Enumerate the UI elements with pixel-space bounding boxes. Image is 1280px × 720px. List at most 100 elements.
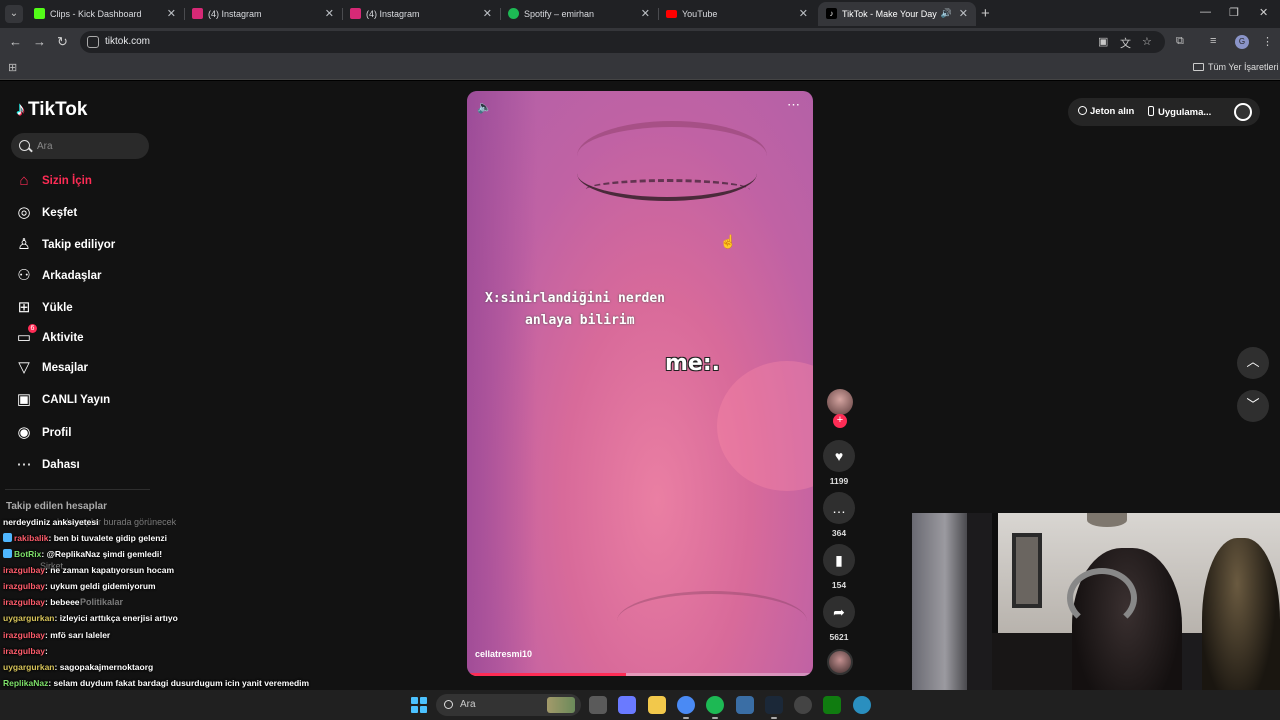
spotify-icon[interactable] [706, 696, 725, 714]
task-view-icon[interactable] [589, 696, 607, 714]
running-indicator [712, 717, 719, 719]
file-explorer-icon[interactable] [647, 696, 666, 714]
chat-message: nerdeydiniz anksiyetesi [3, 517, 98, 527]
instagram-favicon-icon [192, 8, 203, 19]
like-button[interactable]: ♥ [823, 440, 855, 472]
url-text: tiktok.com [105, 36, 151, 47]
search-highlight-image [547, 697, 575, 713]
window-close-icon[interactable]: ✕ [1259, 6, 1268, 19]
tab-instagram-2[interactable]: (4) Instagram ✕ [342, 2, 501, 26]
chrome-icon[interactable] [676, 696, 695, 714]
search-icon [444, 700, 453, 709]
sidebar-item-friends[interactable]: ⚇ Arkadaşlar [15, 265, 155, 289]
new-tab-button[interactable]: + [981, 5, 990, 22]
more-options-icon[interactable]: ⋯ [787, 97, 801, 113]
sound-disc-avatar[interactable] [827, 649, 853, 675]
chat-username[interactable]: BotRix [14, 549, 41, 559]
steam-icon[interactable] [764, 696, 783, 714]
running-indicator [770, 717, 777, 719]
close-icon[interactable]: ✕ [959, 7, 968, 20]
sidebar-item-messages[interactable]: ▽ Mesajlar [15, 357, 155, 381]
tab-kick[interactable]: Clips - Kick Dashboard ✕ [26, 2, 185, 26]
windows-start-icon[interactable] [411, 697, 427, 713]
restore-icon[interactable]: ❐ [1229, 6, 1239, 19]
sidebar-item-label: Mesajlar [42, 362, 89, 374]
forward-arrow-icon[interactable]: → [33, 34, 46, 49]
tab-label: Spotify – emirhan [524, 9, 595, 19]
webcam-wall-picture [1012, 533, 1042, 608]
chat-username[interactable]: irazgulbay [3, 597, 45, 607]
sidebar-item-following[interactable]: ♙ Takip ediliyor [15, 234, 155, 258]
chat-username[interactable]: rakibalik [14, 533, 49, 543]
sidebar-item-home[interactable]: ⌂ Sizin İçin [15, 170, 155, 194]
sidebar-item-profile[interactable]: ◉ Profil [15, 422, 155, 446]
user-avatar[interactable] [1234, 103, 1252, 121]
search-input[interactable]: Ara [11, 133, 149, 159]
store-icon[interactable] [735, 696, 754, 714]
creator-avatar[interactable] [827, 389, 853, 415]
sidebar-item-upload[interactable]: ⊞ Yükle [15, 297, 155, 321]
bookmark-star-icon[interactable]: ☆ [1142, 35, 1152, 48]
site-info-icon[interactable] [87, 36, 99, 48]
globe-icon[interactable] [852, 696, 871, 714]
reload-icon[interactable]: ↻ [57, 34, 68, 50]
profile-avatar[interactable]: G [1235, 35, 1249, 49]
audio-playing-icon[interactable]: 🔊 [941, 8, 952, 19]
tab-tiktok[interactable]: ♪ TikTok - Make Your Day 🔊 ✕ [818, 2, 976, 26]
video-author[interactable]: cellatresmi10 [475, 649, 532, 659]
share-button[interactable]: ➦ [823, 596, 855, 628]
close-icon[interactable]: ✕ [167, 7, 176, 20]
xbox-icon[interactable] [823, 696, 842, 714]
menu-kebab-icon[interactable]: ⋮ [1262, 35, 1273, 48]
comment-button[interactable]: … [823, 492, 855, 524]
chat-username[interactable]: ReplikaNaz [3, 678, 48, 688]
all-bookmarks-button[interactable]: Tüm Yer İşaretleri [1193, 62, 1279, 72]
tab-instagram-1[interactable]: (4) Instagram ✕ [184, 2, 343, 26]
apps-grid-icon[interactable]: ⊞ [8, 61, 17, 74]
chat-username[interactable]: irazgulbay [3, 646, 45, 656]
live-icon: ▣ [16, 391, 32, 408]
media-controls-icon[interactable]: ≡ [1210, 35, 1216, 47]
previous-video-button[interactable]: ︿ [1237, 347, 1269, 379]
sidebar-item-more[interactable]: ⋯ Dahası [15, 454, 155, 478]
tab-search-button[interactable]: ⌄ [5, 5, 23, 23]
chat-username[interactable]: uygargurkan [3, 662, 55, 672]
taskbar-search-input[interactable]: Ara [436, 694, 581, 716]
chat-username[interactable]: irazgulbay [3, 581, 45, 591]
volume-icon[interactable]: 🔈 [477, 100, 492, 114]
chat-username[interactable]: uygargurkan [3, 613, 55, 623]
close-icon[interactable]: ✕ [641, 7, 650, 20]
minimize-icon[interactable]: — [1200, 6, 1211, 18]
follow-button[interactable]: + [833, 414, 847, 428]
chat-message: irazgulbay: mfö sarı laleler [3, 630, 110, 640]
footer-policies-link[interactable]: Politikalar [80, 597, 123, 607]
tab-youtube[interactable]: YouTube ✕ [658, 2, 816, 26]
get-app-button[interactable]: Uygulama... [1148, 106, 1211, 118]
sidebar-item-activity[interactable]: ▭ 6 Aktivite [15, 324, 155, 351]
chat-badge-icon [3, 549, 12, 558]
copilot-icon[interactable] [618, 696, 637, 714]
close-icon[interactable]: ✕ [325, 7, 334, 20]
search-icon [19, 140, 30, 151]
sidebar-item-live[interactable]: ▣ CANLI Yayın [15, 389, 155, 413]
chat-username[interactable]: irazgulbay [3, 630, 45, 640]
next-video-button[interactable]: ﹀ [1237, 390, 1269, 422]
video-player[interactable]: 🔈 ⋯ X:sinirlandiğini nerden anlaya bilir… [467, 91, 813, 676]
tab-spotify[interactable]: Spotify – emirhan ✕ [500, 2, 659, 26]
chat-text: : bebeee [45, 597, 80, 607]
chat-username[interactable]: irazgulbay [3, 565, 45, 575]
translate-icon[interactable]: 文 [1120, 35, 1131, 51]
back-arrow-icon[interactable]: ← [9, 34, 22, 49]
close-icon[interactable]: ✕ [799, 7, 808, 20]
cast-icon[interactable]: ▣ [1098, 35, 1108, 48]
extensions-icon[interactable]: ⧉ [1176, 35, 1184, 48]
sidebar-item-label: Keşfet [42, 207, 78, 219]
close-icon[interactable]: ✕ [483, 7, 492, 20]
get-coins-button[interactable]: Jeton alın [1078, 106, 1134, 117]
obs-icon[interactable] [794, 696, 813, 714]
address-bar[interactable]: tiktok.com ▣ 文 ☆ [80, 31, 1165, 53]
sidebar-item-compass[interactable]: ◎ Keşfet [15, 202, 155, 226]
bookmarks-bar: ⊞ Tüm Yer İşaretleri [0, 56, 1280, 80]
tiktok-logo[interactable]: ♪ TikTok [16, 99, 87, 121]
save-button[interactable]: ▮ [823, 544, 855, 576]
